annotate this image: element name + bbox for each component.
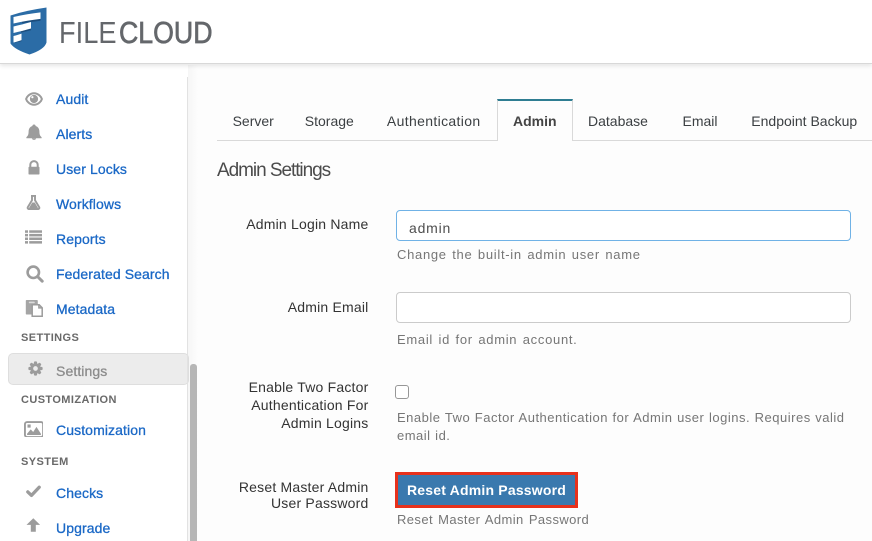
svg-text:CLOUD: CLOUD [119, 15, 213, 50]
svg-text:FILE: FILE [59, 15, 117, 50]
